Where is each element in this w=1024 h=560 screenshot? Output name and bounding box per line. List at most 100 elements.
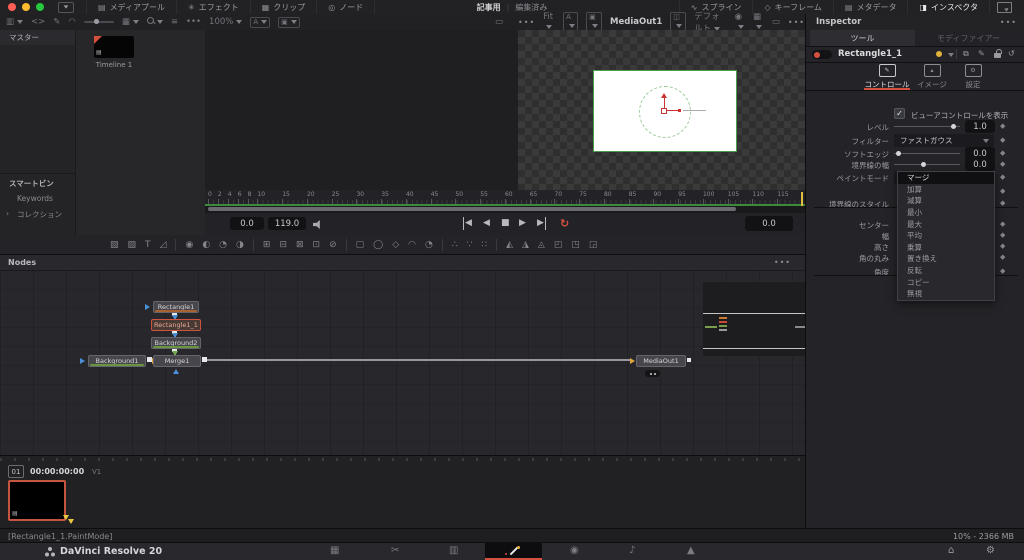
node-MediaOut1[interactable]: MediaOut1 <box>636 355 686 367</box>
paint-mode-option-6[interactable]: 平均 <box>898 230 994 242</box>
titlebar-button-metadata[interactable]: ▤メタデータ <box>834 0 909 14</box>
fast-noise-icon[interactable]: ▨ <box>128 240 137 250</box>
channels-icon[interactable]: A <box>563 12 578 32</box>
magic-mask-icon[interactable]: ◔ <box>425 240 433 250</box>
step-back-button[interactable]: ◀ <box>483 217 490 230</box>
background-icon[interactable]: ▧ <box>110 240 119 250</box>
keyframe-diamond[interactable]: ◆ <box>1000 188 1005 195</box>
split-view-icon[interactable]: ◫ <box>670 12 686 32</box>
polygon-mask-icon[interactable]: ◇ <box>392 240 399 250</box>
transform-center-handle[interactable] <box>661 108 667 114</box>
go-to-end-button[interactable]: ▶ <box>537 217 546 230</box>
paint-mode-option-4[interactable]: 最小 <box>898 207 994 219</box>
media-type-icon[interactable]: ▣ <box>278 17 300 28</box>
page-tab-fusion[interactable] <box>485 543 542 560</box>
image-plane-3d-icon[interactable]: ◭ <box>506 240 513 250</box>
page-tab-edit[interactable]: ▥ <box>449 545 458 556</box>
node-Background2[interactable]: Background2 <box>151 337 201 349</box>
text-3d-icon[interactable]: ◬ <box>538 240 545 250</box>
timeline-scrollbar[interactable] <box>205 206 805 213</box>
letterbox-icon[interactable]: ⊠ <box>296 240 304 250</box>
right-viewer[interactable] <box>518 30 805 190</box>
paint-mode-option-7[interactable]: 乗算 <box>898 242 994 254</box>
node-Rectangle1[interactable]: Rectangle1 <box>153 301 199 313</box>
param-value-3[interactable]: 0.0 <box>965 158 995 171</box>
transform-icon[interactable]: ⊞ <box>263 240 271 250</box>
particle-images-icon[interactable]: ∵ <box>467 240 473 250</box>
loop-button[interactable]: ↻ <box>560 217 569 230</box>
color-curves-icon[interactable]: ◐ <box>202 240 210 250</box>
text-icon[interactable]: T <box>145 240 151 250</box>
audio-mute-icon[interactable] <box>313 220 324 229</box>
resize-icon[interactable]: ⊘ <box>329 240 337 250</box>
tab-modifiers[interactable]: モディファイアー <box>916 30 1021 46</box>
titlebar-button-media-pool[interactable]: ▤メディアプール <box>86 0 177 14</box>
lock-icon[interactable] <box>994 49 1002 58</box>
particle-render-icon[interactable]: ∷ <box>481 240 487 250</box>
renderer-3d-icon[interactable]: ◲ <box>589 240 598 250</box>
node-graph[interactable]: Rectangle1 Rectangle1_1 Background2 Backgro… <box>0 270 805 455</box>
current-frame-field[interactable]: 0.0 <box>745 216 793 231</box>
range-start-field[interactable]: 0.0 <box>230 217 264 230</box>
paint-mode-option-5[interactable]: 最大 <box>898 218 994 230</box>
paint-mode-option-8[interactable]: 置き換え <box>898 253 994 265</box>
hue-curves-icon[interactable]: ◔ <box>219 240 227 250</box>
pin-icon[interactable]: ✎ <box>978 49 985 58</box>
keyframe-diamond[interactable]: ◆ <box>1000 221 1005 228</box>
minimize-button[interactable] <box>22 3 30 11</box>
node-Merge1[interactable]: Merge1 <box>153 355 201 367</box>
cloud-icon[interactable]: ◠ <box>68 17 75 27</box>
thumbnail-size-slider[interactable] <box>84 21 114 23</box>
tab-tools[interactable]: ツール <box>810 30 915 46</box>
go-to-start-button[interactable]: ◀ <box>463 217 472 230</box>
page-tab-fairlight[interactable]: ♪ <box>629 545 635 556</box>
node-enable-toggle[interactable] <box>812 50 832 59</box>
param-select-1[interactable]: ファストガウス <box>894 134 994 147</box>
ellipse-mask-icon[interactable]: ◯ <box>373 240 383 250</box>
more-icon[interactable]: ••• <box>186 17 201 27</box>
grid-view-icon[interactable]: ▦ <box>122 17 139 27</box>
camera-3d-icon[interactable]: ◳ <box>571 240 580 250</box>
node-Background1[interactable]: Background1 <box>88 355 146 367</box>
timeline-clip-thumbnail[interactable]: ▤ <box>94 36 134 58</box>
brightness-contrast-icon[interactable]: ◑ <box>236 240 244 250</box>
project-settings-icon[interactable]: ⚙ <box>986 545 995 556</box>
sort-icon[interactable]: ≡ <box>171 17 178 27</box>
node-Rectangle1_1[interactable]: Rectangle1_1 <box>151 319 201 331</box>
page-tab-color[interactable]: ◉ <box>570 545 579 556</box>
page-tab-deliver[interactable]: ▲ <box>687 545 695 556</box>
close-button[interactable] <box>8 3 16 11</box>
gamut-lock-icon[interactable]: ◉ <box>735 12 745 32</box>
merge-3d-icon[interactable]: ◰ <box>554 240 563 250</box>
transform-y-arrow[interactable] <box>661 93 667 98</box>
keyframe-diamond[interactable]: ◆ <box>1000 268 1005 275</box>
dve-icon[interactable]: ⊟ <box>279 240 287 250</box>
zoom-level-select[interactable]: 100% <box>209 17 242 27</box>
keyframe-diamond[interactable]: ◆ <box>1000 150 1005 157</box>
paint-mode-option-10[interactable]: コピー <box>898 276 994 288</box>
rectangle-mask-icon[interactable]: ▢ <box>356 240 365 250</box>
keyframe-diamond[interactable]: ◆ <box>1000 254 1005 261</box>
viewer-more-icon[interactable]: ••• <box>518 18 535 27</box>
keyframe-marker[interactable] <box>68 519 74 524</box>
search-icon[interactable] <box>147 17 163 27</box>
paint-mode-option-1[interactable]: マージ <box>898 172 994 184</box>
crop-icon[interactable]: ⊡ <box>313 240 321 250</box>
transform-x-handle[interactable] <box>678 109 681 112</box>
shape-3d-icon[interactable]: ◮ <box>522 240 529 250</box>
paint-mode-option-9[interactable]: 反転 <box>898 265 994 277</box>
node-color-dot[interactable] <box>936 51 942 57</box>
left-viewer[interactable] <box>205 30 519 190</box>
range-end-field[interactable]: 119.0 <box>268 217 306 230</box>
page-tab-cut[interactable]: ✂ <box>391 545 399 556</box>
annotation-icon[interactable]: A <box>250 17 270 28</box>
paint-mode-option-11[interactable]: 無視 <box>898 288 994 300</box>
zoom-button[interactable] <box>36 3 44 11</box>
titlebar-button-nodes[interactable]: ◎ノード <box>317 0 375 14</box>
project-manager-icon[interactable]: ⌂ <box>948 545 954 556</box>
grid-overlay-icon[interactable]: ▦ <box>753 12 764 32</box>
titlebar-button-keyframes[interactable]: ◇キーフレーム <box>753 0 833 14</box>
scrollbar-thumb[interactable] <box>208 207 736 211</box>
viewer-fit-select[interactable]: Fit <box>543 12 555 32</box>
panel-layout-icon[interactable]: ▥ <box>6 17 23 27</box>
